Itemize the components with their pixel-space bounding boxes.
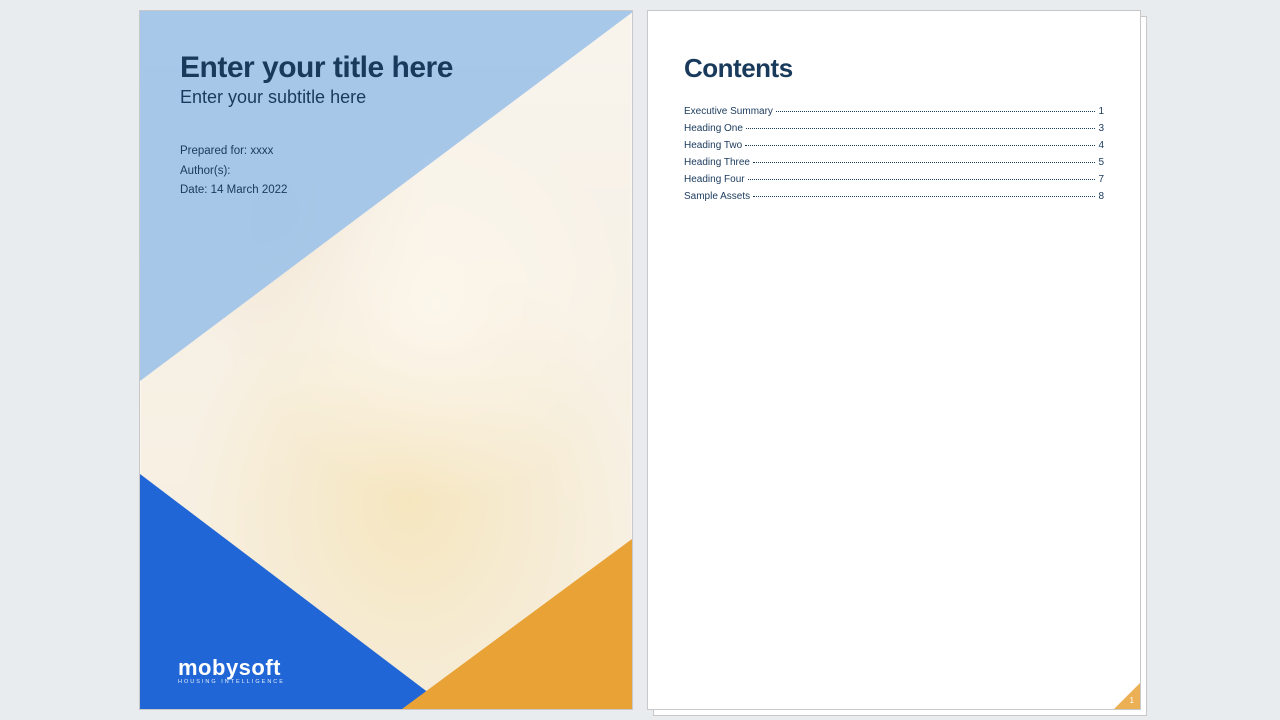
cover-title: Enter your title here [180, 51, 592, 85]
cover-text-block: Enter your title here Enter your subtitl… [180, 51, 592, 201]
toc-page-ref: 3 [1098, 123, 1104, 134]
toc-leader-dots [745, 145, 1095, 146]
brand-tagline: HOUSING INTELLIGENCE [178, 679, 285, 685]
toc-page-stack: Contents Executive Summary 1 Heading One… [647, 10, 1141, 710]
toc-page-ref: 8 [1098, 191, 1104, 202]
cover-meta: Prepared for: xxxx Author(s): Date: 14 M… [180, 142, 592, 201]
toc-leader-dots [746, 128, 1096, 129]
toc-label: Heading One [684, 123, 743, 134]
brand-name: mobysoft [178, 655, 285, 681]
toc-page-ref: 5 [1098, 157, 1104, 168]
toc-row: Sample Assets 8 [684, 191, 1104, 202]
toc-page-ref: 7 [1098, 174, 1104, 185]
page-number: 1 [1130, 696, 1134, 705]
cover-subtitle: Enter your subtitle here [180, 87, 592, 108]
toc-page-ref: 4 [1098, 140, 1104, 151]
cover-date: Date: 14 March 2022 [180, 181, 592, 201]
toc-row: Heading One 3 [684, 123, 1104, 134]
triangle-bottom-right [402, 539, 632, 709]
toc-label: Heading Two [684, 140, 742, 151]
toc-heading: Contents [684, 53, 1104, 84]
toc-label: Sample Assets [684, 191, 750, 202]
toc-label: Heading Four [684, 174, 745, 185]
toc-row: Heading Three 5 [684, 157, 1104, 168]
cover-authors: Author(s): [180, 162, 592, 182]
document-spread: Enter your title here Enter your subtitl… [139, 10, 1141, 710]
toc-page-ref: 1 [1098, 106, 1104, 117]
toc-leader-dots [753, 196, 1095, 197]
toc-label: Executive Summary [684, 106, 773, 117]
toc-leader-dots [748, 179, 1096, 180]
brand-logo: mobysoft HOUSING INTELLIGENCE [178, 655, 285, 685]
toc-row: Heading Four 7 [684, 174, 1104, 185]
cover-prepared-for: Prepared for: xxxx [180, 142, 592, 162]
toc-leader-dots [753, 162, 1095, 163]
cover-page: Enter your title here Enter your subtitl… [139, 10, 633, 710]
corner-fold-icon [1114, 683, 1140, 709]
toc-page: Contents Executive Summary 1 Heading One… [647, 10, 1141, 710]
toc-content: Contents Executive Summary 1 Heading One… [684, 53, 1104, 205]
toc-label: Heading Three [684, 157, 750, 168]
toc-row: Heading Two 4 [684, 140, 1104, 151]
toc-leader-dots [776, 111, 1096, 112]
toc-row: Executive Summary 1 [684, 106, 1104, 117]
